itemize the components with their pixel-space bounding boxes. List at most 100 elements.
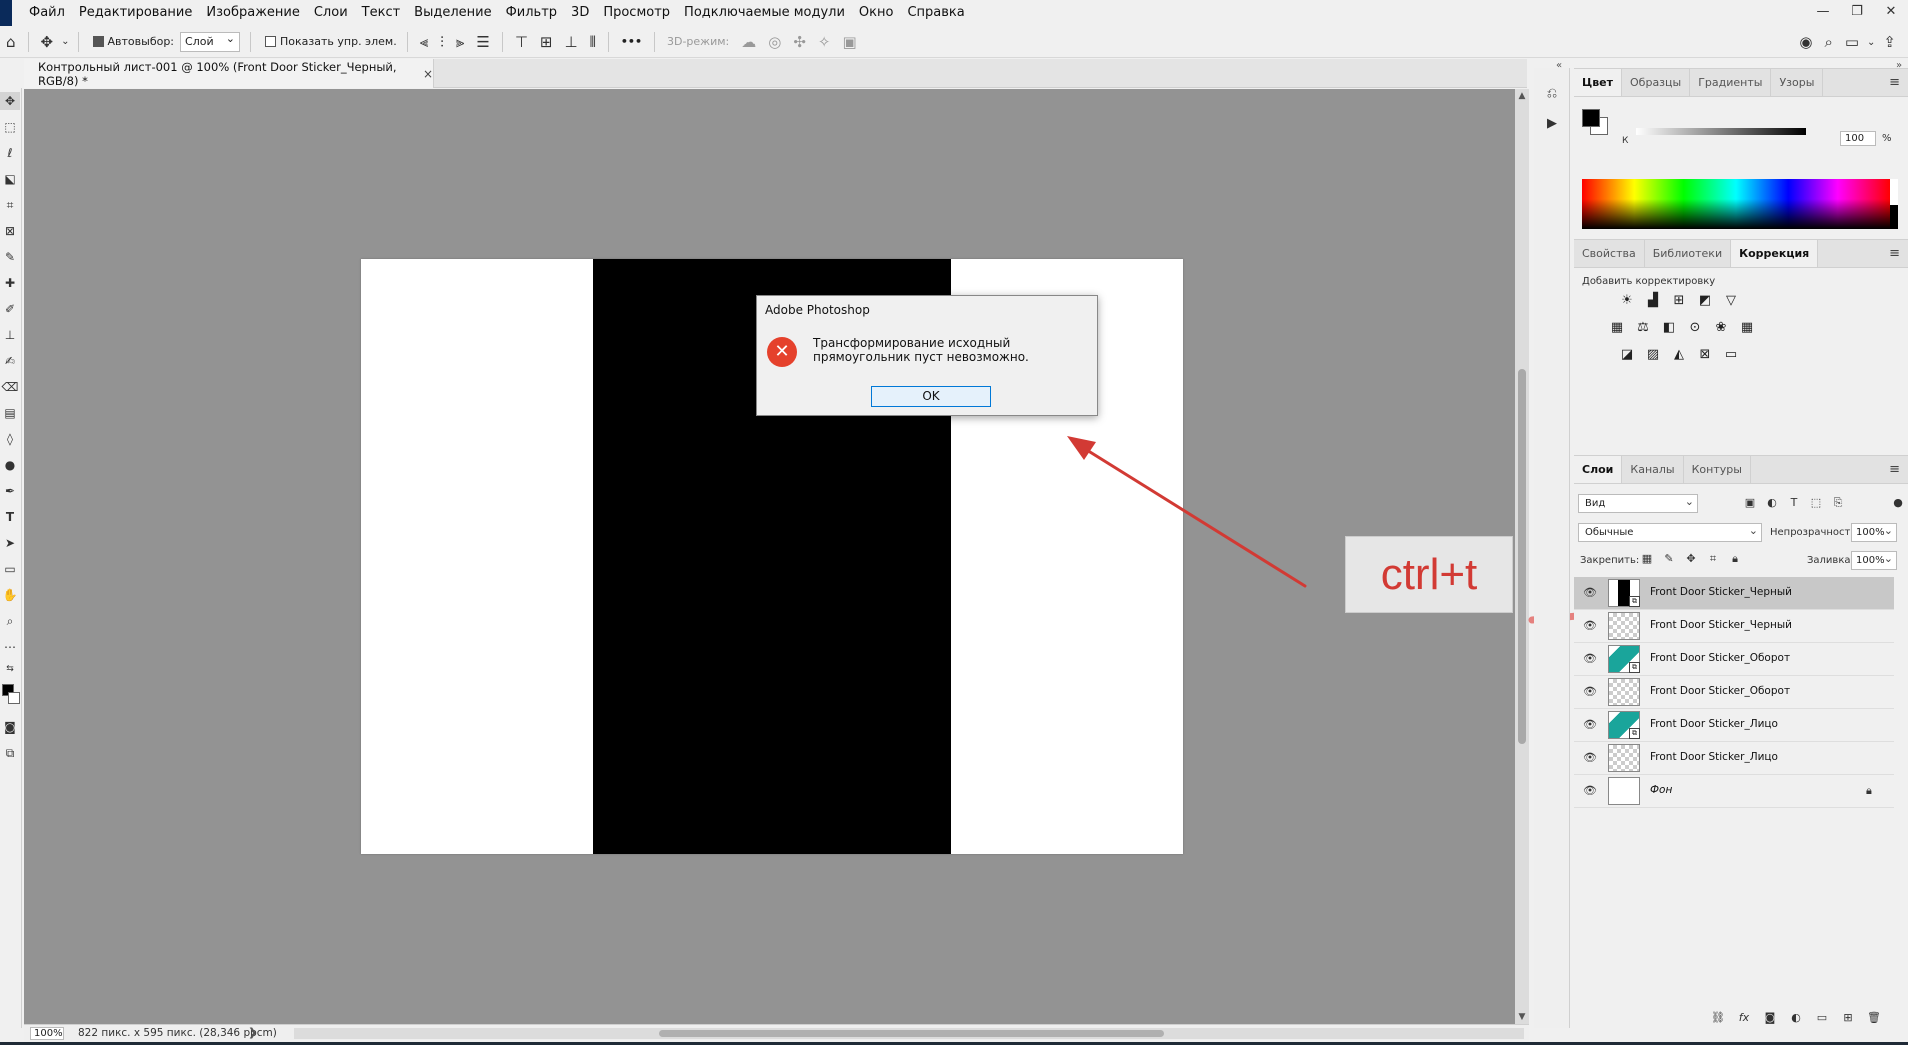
tab-properties[interactable]: Свойства — [1574, 240, 1645, 267]
restore-button[interactable]: ❐ — [1840, 0, 1874, 26]
tab-libraries[interactable]: Библиотеки — [1645, 240, 1732, 267]
threshold-icon[interactable]: ◭ — [1670, 347, 1688, 363]
show-transform-checkbox[interactable] — [265, 36, 277, 47]
gradient-map-icon[interactable]: ▭ — [1722, 347, 1740, 363]
levels-icon[interactable]: ▟ — [1644, 293, 1662, 309]
panel-menu-icon[interactable]: ≡ — [1889, 240, 1900, 268]
zoom-input[interactable]: 100% — [30, 1027, 64, 1040]
align-middle-icon[interactable]: ⊞ — [534, 33, 559, 51]
panel-menu-icon[interactable]: ≡ — [1889, 69, 1900, 97]
layer-name[interactable]: Front Door Sticker_Лицо — [1650, 751, 1778, 763]
menu-3d[interactable]: 3D — [564, 0, 596, 26]
3d-pan-icon[interactable]: ✣ — [787, 33, 812, 51]
eyedropper-tool-icon[interactable]: ✎ — [0, 248, 20, 266]
channel-slider[interactable] — [1636, 128, 1806, 135]
stamp-tool-icon[interactable]: ⊥ — [0, 326, 20, 344]
invert-icon[interactable]: ◪ — [1618, 347, 1636, 363]
background-color-swatch[interactable] — [8, 692, 20, 704]
menu-view[interactable]: Просмотр — [596, 0, 677, 26]
gradient-tool-icon[interactable]: ▤ — [0, 404, 20, 422]
layer-name[interactable]: Front Door Sticker_Черный — [1650, 586, 1792, 598]
align-left-icon[interactable]: ⫷ — [414, 33, 434, 51]
visibility-eye-icon[interactable]: 👁︎ — [1582, 619, 1598, 633]
lock-pixels-icon[interactable]: ✎ — [1662, 552, 1676, 566]
scroll-down-icon[interactable]: ▼ — [1515, 1012, 1529, 1022]
vibrance-icon[interactable]: ▽ — [1722, 293, 1740, 309]
blur-tool-icon[interactable]: ◊ — [0, 430, 20, 448]
tab-swatches[interactable]: Образцы — [1622, 69, 1691, 96]
dodge-tool-icon[interactable]: ● — [0, 456, 20, 474]
more-options-button[interactable]: ••• — [615, 35, 648, 48]
quick-mask-icon[interactable]: ◙ — [0, 718, 20, 736]
vertical-scrollbar[interactable]: ▲ ▼ — [1515, 89, 1529, 1024]
menu-select[interactable]: Выделение — [407, 0, 498, 26]
new-group-icon[interactable]: ▭ — [1814, 1011, 1830, 1027]
menu-image[interactable]: Изображение — [199, 0, 306, 26]
close-icon[interactable]: × — [423, 67, 433, 81]
lock-transparency-icon[interactable]: ▦ — [1640, 552, 1654, 566]
black-white-icon[interactable]: ◧ — [1660, 320, 1678, 336]
history-panel-icon[interactable]: ⎌ — [1542, 84, 1562, 104]
shape-tool-icon[interactable]: ▭ — [0, 560, 20, 578]
visibility-eye-icon[interactable]: 👁︎ — [1582, 751, 1598, 765]
zoom-tool-icon[interactable]: ⌕ — [0, 612, 20, 630]
blend-mode-select[interactable]: Обычные — [1578, 522, 1762, 542]
horizontal-scroll-thumb[interactable] — [659, 1030, 1164, 1037]
eraser-tool-icon[interactable]: ⌫ — [0, 378, 20, 396]
pen-tool-icon[interactable]: ✒ — [0, 482, 20, 500]
type-tool-icon[interactable]: T — [0, 508, 20, 526]
align-right-icon[interactable]: ⫸ — [450, 33, 470, 51]
canvas-area[interactable] — [24, 89, 1515, 1024]
3d-orbit-icon[interactable]: ☁ — [735, 33, 762, 51]
frame-tool-icon[interactable]: ⊠ — [0, 222, 20, 240]
tab-adjustments[interactable]: Коррекция — [1731, 240, 1819, 267]
exposure-icon[interactable]: ◩ — [1696, 293, 1714, 309]
tab-channels[interactable]: Каналы — [1622, 456, 1684, 483]
tab-gradients[interactable]: Градиенты — [1690, 69, 1772, 96]
filter-shape-icon[interactable]: ⬚ — [1808, 496, 1824, 510]
path-select-tool-icon[interactable]: ➤ — [0, 534, 20, 552]
menu-edit[interactable]: Редактирование — [72, 0, 199, 26]
color-lookup-icon[interactable]: ▦ — [1738, 320, 1756, 336]
color-spectrum[interactable] — [1582, 179, 1890, 229]
spectrum-black-swatch[interactable] — [1890, 205, 1898, 229]
hue-saturation-icon[interactable]: ▦ — [1608, 320, 1626, 336]
layer-kind-filter[interactable]: Вид — [1578, 493, 1698, 513]
menu-window[interactable]: Окно — [852, 0, 901, 26]
actions-panel-icon[interactable]: ▶ — [1542, 114, 1562, 134]
curves-icon[interactable]: ⊞ — [1670, 293, 1688, 309]
visibility-eye-icon[interactable]: 👁︎ — [1582, 586, 1598, 600]
filter-smart-icon[interactable]: ⎘ — [1830, 496, 1846, 510]
add-mask-icon[interactable]: ◙ — [1762, 1011, 1778, 1027]
horizontal-scrollbar[interactable] — [294, 1028, 1524, 1039]
menu-plugins[interactable]: Подключаемые модули — [677, 0, 852, 26]
workspace-icon[interactable]: ▭ — [1839, 33, 1865, 51]
autoselect-checkbox[interactable] — [92, 36, 104, 47]
tab-patterns[interactable]: Узоры — [1771, 69, 1824, 96]
minimize-button[interactable]: — — [1806, 0, 1840, 26]
color-balance-icon[interactable]: ⚖ — [1634, 320, 1652, 336]
filter-adjustment-icon[interactable]: ◐ — [1764, 496, 1780, 510]
crop-tool-icon[interactable]: ⌗ — [0, 196, 20, 214]
move-tool-icon[interactable]: ✥ — [0, 92, 20, 110]
share-icon[interactable]: ⇪ — [1877, 33, 1902, 51]
lock-position-icon[interactable]: ✥ — [1684, 552, 1698, 566]
distribute-vertical-icon[interactable]: ⫴ — [584, 33, 602, 51]
layer-style-icon[interactable]: fx — [1736, 1011, 1752, 1027]
marquee-tool-icon[interactable]: ⬚ — [0, 118, 20, 136]
visibility-eye-icon[interactable]: 👁︎ — [1582, 652, 1598, 666]
vertical-scroll-thumb[interactable] — [1518, 369, 1526, 744]
align-center-icon[interactable]: ⫶ — [434, 33, 450, 51]
chevron-down-icon[interactable]: ⌄ — [1865, 37, 1877, 48]
align-bottom-icon[interactable]: ⊥ — [559, 33, 584, 51]
account-icon[interactable]: ◉ — [1793, 33, 1818, 51]
scroll-up-icon[interactable]: ▲ — [1515, 91, 1529, 101]
posterize-icon[interactable]: ▨ — [1644, 347, 1662, 363]
layer-name[interactable]: Front Door Sticker_Черный — [1650, 619, 1792, 631]
visibility-eye-icon[interactable]: 👁︎ — [1582, 718, 1598, 732]
link-layers-icon[interactable]: ⛓ — [1710, 1011, 1726, 1027]
ok-button[interactable]: OK — [871, 386, 991, 407]
move-tool-icon[interactable]: ✥ — [35, 33, 60, 51]
filter-type-icon[interactable]: T — [1786, 496, 1802, 510]
hand-tool-icon[interactable]: ✋ — [0, 586, 20, 604]
